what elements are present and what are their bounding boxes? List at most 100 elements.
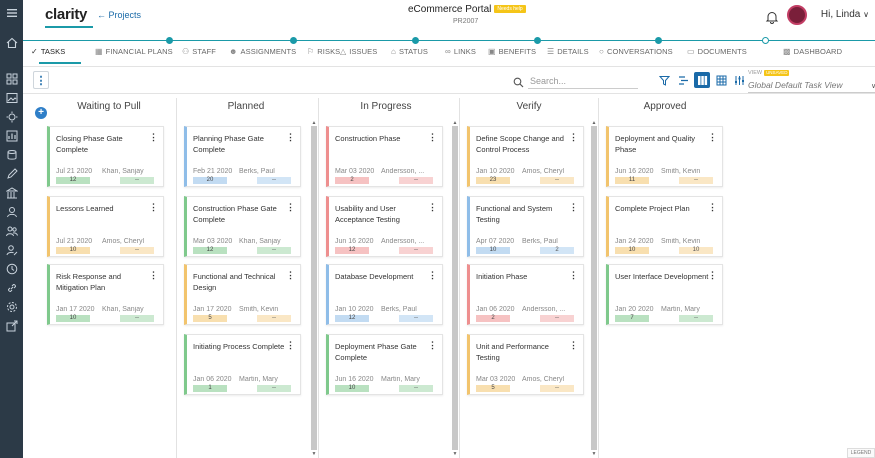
- column-header-approved: Approved: [643, 101, 687, 112]
- scroll-up-arrow-icon[interactable]: ▲: [311, 120, 317, 126]
- card-menu-icon[interactable]: ⋮: [708, 132, 717, 143]
- pencil-icon[interactable]: [0, 165, 23, 183]
- board-view-icon[interactable]: [694, 72, 710, 88]
- tab-issues[interactable]: △ ISSUES: [340, 47, 377, 56]
- card-menu-icon[interactable]: ⋮: [569, 270, 578, 281]
- timeline-view-icon[interactable]: [675, 72, 691, 88]
- notification-bell-icon[interactable]: [765, 10, 779, 24]
- card-menu-icon[interactable]: ⋮: [286, 270, 295, 281]
- column-settings-icon[interactable]: [731, 72, 747, 88]
- card-menu-icon[interactable]: ⋮: [428, 270, 437, 281]
- card-menu-icon[interactable]: ⋮: [428, 340, 437, 351]
- task-count-badge: 2: [476, 315, 510, 322]
- card-menu-icon[interactable]: ⋮: [428, 202, 437, 213]
- task-card[interactable]: Unit and Performance Testing ⋮ Mar 03 20…: [467, 334, 584, 395]
- card-menu-icon[interactable]: ⋮: [569, 202, 578, 213]
- database-icon[interactable]: [0, 146, 23, 164]
- task-card[interactable]: Deployment Phase Gate Complete ⋮ Jun 16 …: [326, 334, 443, 395]
- resource-icon[interactable]: [0, 203, 23, 221]
- column-scrollbar-in-progress[interactable]: [452, 126, 458, 450]
- chevron-down-icon[interactable]: ∨: [871, 82, 875, 90]
- task-title: Lessons Learned: [56, 204, 114, 213]
- task-owner: Khan, Sanjay: [102, 168, 144, 175]
- external-link-icon[interactable]: [0, 317, 23, 335]
- column-scrollbar-planned[interactable]: [311, 126, 317, 450]
- tab-tasks[interactable]: ✓ TASKS: [31, 47, 65, 56]
- card-menu-icon[interactable]: ⋮: [428, 132, 437, 143]
- card-menu-icon[interactable]: ⋮: [708, 202, 717, 213]
- task-title: Deployment Phase Gate Complete: [335, 342, 417, 362]
- task-card[interactable]: Planning Phase Gate Complete ⋮ Feb 21 20…: [184, 126, 301, 187]
- legend-tab[interactable]: LEGEND: [847, 448, 875, 458]
- task-card[interactable]: Database Development ⋮ Jan 10 2020 Berks…: [326, 264, 443, 325]
- task-card[interactable]: Initiation Phase ⋮ Jan 06 2020 Andersson…: [467, 264, 584, 325]
- card-menu-icon[interactable]: ⋮: [286, 340, 295, 351]
- task-owner: Khan, Sanjay: [239, 238, 281, 245]
- tab-financial-plans[interactable]: ▦ FINANCIAL PLANS: [95, 47, 173, 56]
- team-icon[interactable]: [0, 222, 23, 240]
- tab-conversations[interactable]: ○ CONVERSATIONS: [599, 47, 673, 56]
- task-card[interactable]: Define Scope Change and Control Process …: [467, 126, 584, 187]
- card-menu-icon[interactable]: ⋮: [569, 132, 578, 143]
- tab-staff[interactable]: ⚇ STAFF: [182, 47, 216, 56]
- link-icon[interactable]: [0, 279, 23, 297]
- user-menu[interactable]: Hi, Linda ∨: [821, 9, 869, 20]
- back-to-projects-link[interactable]: ← Projects: [97, 10, 141, 20]
- task-card[interactable]: Initiating Process Complete ⋮ Jan 06 202…: [184, 334, 301, 395]
- clock-icon[interactable]: [0, 260, 23, 278]
- task-card[interactable]: User Interface Development ⋮ Jan 20 2020…: [606, 264, 723, 325]
- scroll-up-arrow-icon[interactable]: ▲: [452, 120, 458, 126]
- hamburger-menu-icon[interactable]: [0, 4, 23, 22]
- task-card[interactable]: Complete Project Plan ⋮ Jan 24 2020 Smit…: [606, 196, 723, 257]
- task-card[interactable]: Construction Phase Gate Complete ⋮ Mar 0…: [184, 196, 301, 257]
- scroll-down-arrow-icon[interactable]: ▼: [452, 451, 458, 457]
- scroll-up-arrow-icon[interactable]: ▲: [591, 120, 597, 126]
- settings-gear-icon[interactable]: [0, 298, 23, 316]
- home-icon[interactable]: [0, 34, 23, 52]
- task-card[interactable]: Usability and User Acceptance Testing ⋮ …: [326, 196, 443, 257]
- tab-links[interactable]: ∞ LINKS: [445, 47, 476, 56]
- view-selector[interactable]: Global Default Task View: [748, 80, 875, 93]
- add-task-button[interactable]: +: [35, 107, 47, 119]
- scroll-down-arrow-icon[interactable]: ▼: [591, 451, 597, 457]
- task-card[interactable]: Deployment and Quality Phase ⋮ Jun 16 20…: [606, 126, 723, 187]
- card-menu-icon[interactable]: ⋮: [149, 132, 158, 143]
- task-card[interactable]: Functional and System Testing ⋮ Apr 07 2…: [467, 196, 584, 257]
- card-menu-icon[interactable]: ⋮: [708, 270, 717, 281]
- bulb-icon[interactable]: [0, 108, 23, 126]
- grid-icon[interactable]: [0, 70, 23, 88]
- card-menu-icon[interactable]: ⋮: [569, 340, 578, 351]
- tab-details[interactable]: ☰ DETAILS: [547, 47, 589, 56]
- chart-icon[interactable]: [0, 127, 23, 145]
- flag-icon: ⚐: [307, 47, 315, 56]
- user-edit-icon[interactable]: [0, 241, 23, 259]
- grid-view-icon[interactable]: [713, 72, 729, 88]
- tab-status[interactable]: ⌂ STATUS: [391, 47, 428, 56]
- tab-risks[interactable]: ⚐ RISKS: [307, 47, 340, 56]
- task-card[interactable]: Functional and Technical Design ⋮ Jan 17…: [184, 264, 301, 325]
- card-menu-icon[interactable]: ⋮: [149, 270, 158, 281]
- card-menu-icon[interactable]: ⋮: [149, 202, 158, 213]
- user-avatar[interactable]: [787, 5, 807, 25]
- task-card[interactable]: Closing Phase Gate Complete ⋮ Jul 21 202…: [47, 126, 164, 187]
- tab-assignments[interactable]: ☻ ASSIGNMENTS: [229, 47, 296, 56]
- task-count-badge: 1: [193, 385, 227, 392]
- tab-benefits[interactable]: ▣ BENEFITS: [488, 47, 536, 56]
- task-card[interactable]: Risk Response and Mitigation Plan ⋮ Jan …: [47, 264, 164, 325]
- search-input[interactable]: [528, 73, 638, 89]
- portfolio-icon[interactable]: [0, 184, 23, 202]
- card-menu-icon[interactable]: ⋮: [286, 132, 295, 143]
- more-options-button[interactable]: ⋮: [33, 71, 49, 89]
- task-title: Database Development: [335, 272, 414, 281]
- column-scrollbar-verify[interactable]: [591, 126, 597, 450]
- tab-documents[interactable]: ▭ DOCUMENTS: [687, 47, 747, 56]
- left-navigation-rail: [0, 0, 23, 458]
- card-menu-icon[interactable]: ⋮: [286, 202, 295, 213]
- tab-dashboard[interactable]: ▩ DASHBOARD: [783, 47, 842, 56]
- clarity-logo[interactable]: clarity: [45, 6, 87, 23]
- task-card[interactable]: Construction Phase ⋮ Mar 03 2020 Anderss…: [326, 126, 443, 187]
- image-icon[interactable]: [0, 89, 23, 107]
- scroll-down-arrow-icon[interactable]: ▼: [311, 451, 317, 457]
- task-card[interactable]: Lessons Learned ⋮ Jul 21 2020 Amos, Cher…: [47, 196, 164, 257]
- filter-icon[interactable]: [656, 72, 672, 88]
